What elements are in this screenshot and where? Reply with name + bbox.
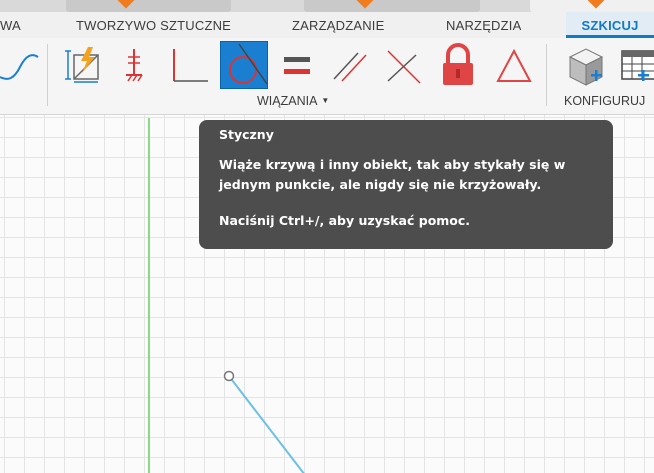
spline-icon (0, 54, 39, 80)
tab-wa[interactable]: WA (0, 12, 21, 38)
fix-constraint-button[interactable] (112, 41, 156, 89)
parallel-icon (333, 52, 367, 82)
auto-constraint-button[interactable] (62, 41, 106, 89)
triangle-icon (496, 48, 532, 82)
document-tab-3[interactable] (530, 0, 654, 12)
parallel-button[interactable] (328, 41, 372, 89)
toolbar-separator (47, 44, 48, 106)
table-icon (621, 50, 654, 81)
tooltip-body-line2: jednym punkcie, ale nigdy się nie krzyżo… (219, 177, 542, 192)
caret-down-icon: ▼ (321, 96, 330, 105)
auto-constraint-icon (65, 47, 99, 83)
tooltip-title: Styczny (219, 127, 274, 142)
tooltip-help-text: Naciśnij Ctrl+/, aby uzyskać pomoc. (219, 213, 471, 228)
tooltip-body-line1: Wiąże krzywą i inny obiekt, tak aby styk… (219, 157, 566, 172)
collinear-icon (387, 50, 421, 84)
tangent-tooltip: Styczny Wiąże krzywą i inny obiekt, tak … (199, 120, 613, 249)
tangent-icon (229, 43, 268, 85)
perpendicular-button[interactable] (166, 41, 210, 89)
configure-3d-icon (568, 48, 604, 86)
toolbar-separator (546, 44, 547, 106)
equal-icon (284, 57, 310, 74)
ribbon-toolbar: WIĄZANIA ▼ KONFIGURUJ (0, 38, 654, 115)
tab-zarzadzanie[interactable]: ZARZĄDZANIE (292, 12, 384, 38)
ribbon-tabs: WA TWORZYWO SZTUCZNE ZARZĄDZANIE NARZĘDZ… (0, 12, 654, 38)
document-tab-1[interactable] (66, 0, 231, 12)
table-button[interactable] (618, 41, 654, 89)
sketch-line[interactable] (231, 379, 305, 473)
triangle-button[interactable] (492, 41, 536, 89)
document-tabs-strip (0, 0, 654, 12)
sketch-point[interactable] (223, 370, 235, 382)
tab-narzedzia[interactable]: NARZĘDZIA (446, 12, 521, 38)
perpendicular-icon (173, 49, 208, 82)
lock-icon (443, 43, 473, 85)
constraints-group-dropdown[interactable]: WIĄZANIA ▼ (257, 94, 329, 108)
fix-constraint-icon (126, 49, 143, 82)
document-icon (587, 0, 605, 9)
tangent-button[interactable] (220, 41, 268, 89)
spline-tool-button[interactable] (0, 41, 40, 89)
document-icon (117, 0, 135, 9)
configure-3d-button[interactable] (564, 41, 610, 89)
configure-group-label[interactable]: KONFIGURUJ (564, 94, 645, 108)
document-tab-2[interactable] (304, 0, 480, 12)
equal-button[interactable] (276, 41, 320, 89)
tab-tworzywo-sztuczne[interactable]: TWORZYWO SZTUCZNE (76, 12, 231, 38)
constraints-group-label: WIĄZANIA (257, 94, 318, 108)
document-icon (356, 0, 374, 9)
lock-button[interactable] (436, 41, 480, 89)
tab-szkicuj[interactable]: SZKICUJ (566, 12, 654, 38)
collinear-button[interactable] (384, 41, 428, 89)
